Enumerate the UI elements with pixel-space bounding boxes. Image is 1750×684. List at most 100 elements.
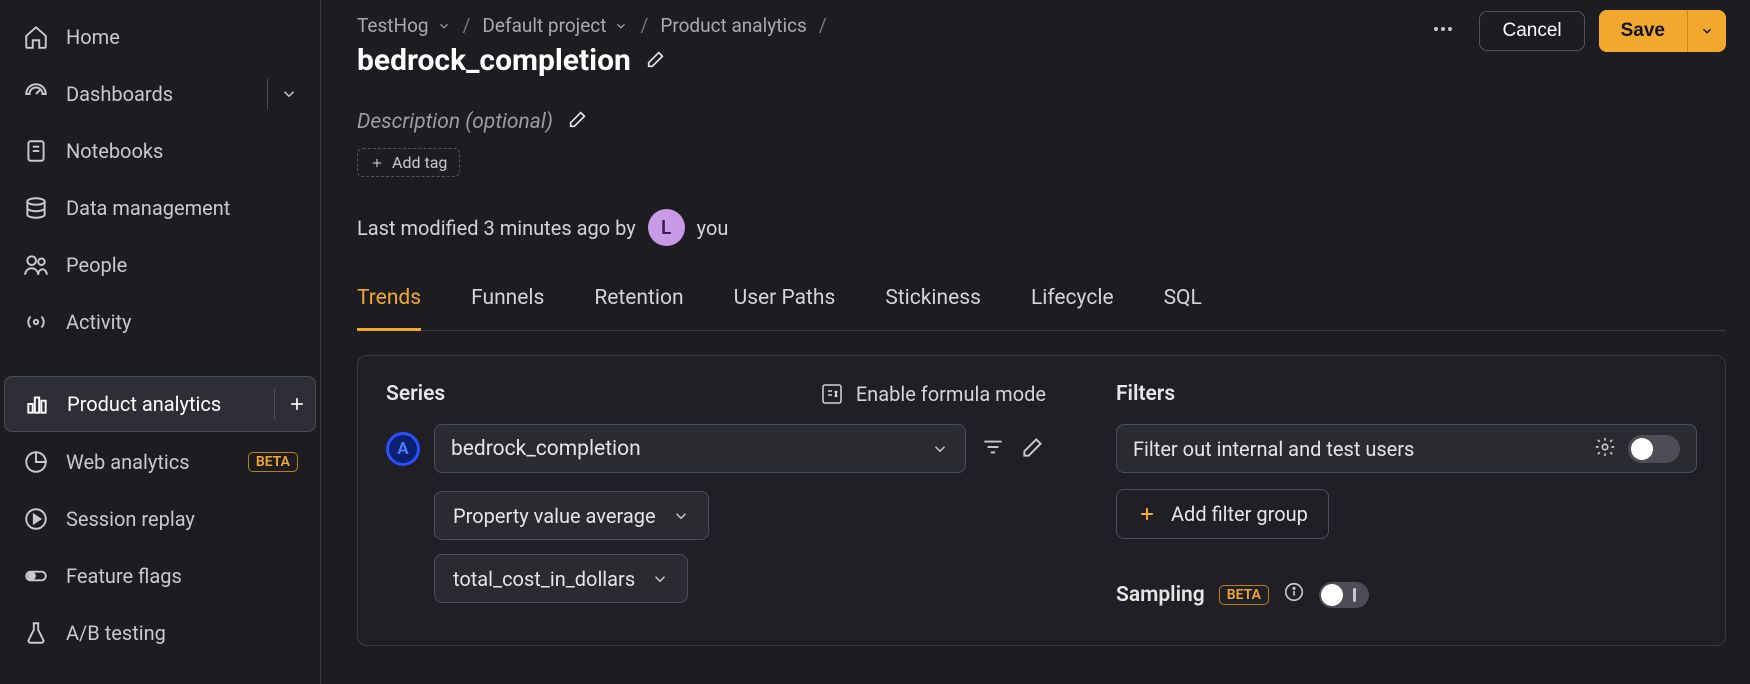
breadcrumb: TestHog / Default project / Product anal… <box>357 14 827 37</box>
sidebar-item-ab-testing[interactable]: A/B testing <box>4 605 316 661</box>
add-filter-group-button[interactable]: Add filter group <box>1116 489 1329 539</box>
plus-icon[interactable] <box>274 389 307 419</box>
sidebar-item-session-replay[interactable]: Session replay <box>4 491 316 547</box>
breadcrumb-separator: / <box>640 14 648 37</box>
enable-formula-mode-button[interactable]: Enable formula mode <box>820 382 1046 406</box>
last-modified-row: Last modified 3 minutes ago by L you <box>357 209 1726 246</box>
formula-label: Enable formula mode <box>856 382 1046 406</box>
sidebar-item-home[interactable]: Home <box>4 9 316 65</box>
notebook-icon <box>22 137 50 165</box>
filter-internal-users-toggle[interactable] <box>1628 435 1680 463</box>
chevron-down-icon <box>651 570 669 588</box>
formula-icon <box>820 382 844 406</box>
filter-icon[interactable] <box>980 434 1006 464</box>
sidebar-item-data-management[interactable]: Data management <box>4 180 316 236</box>
toggle-icon <box>22 562 50 590</box>
breadcrumb-org-label: TestHog <box>357 14 429 37</box>
chevron-down-icon <box>437 19 451 33</box>
cancel-button[interactable]: Cancel <box>1479 11 1584 51</box>
pencil-icon[interactable] <box>1020 434 1046 464</box>
beta-badge: BETA <box>248 452 298 472</box>
chevron-down-icon[interactable] <box>267 79 298 109</box>
sidebar-item-label: Dashboards <box>66 82 251 106</box>
sidebar-item-web-analytics[interactable]: Web analytics BETA <box>4 434 316 490</box>
property-selector[interactable]: total_cost_in_dollars <box>434 554 688 603</box>
sidebar-item-product-analytics[interactable]: Product analytics <box>4 376 316 432</box>
filters-heading: Filters <box>1116 382 1175 406</box>
tab-sql[interactable]: SQL <box>1164 286 1202 330</box>
modified-by-you: you <box>697 216 729 240</box>
chevron-down-icon <box>672 507 690 525</box>
beta-badge: BETA <box>1219 585 1269 605</box>
series-badge: A <box>386 432 420 466</box>
sidebar-item-label: Web analytics <box>66 450 232 474</box>
sidebar-item-label: Activity <box>66 310 298 334</box>
avatar: L <box>648 209 685 246</box>
event-selector[interactable]: bedrock_completion <box>434 424 966 473</box>
save-dropdown-button[interactable] <box>1687 10 1726 52</box>
radio-icon <box>22 308 50 336</box>
filter-internal-users-label: Filter out internal and test users <box>1133 437 1582 461</box>
last-modified-text: Last modified 3 minutes ago by <box>357 216 636 240</box>
breadcrumb-org[interactable]: TestHog <box>357 14 451 37</box>
save-button[interactable]: Save <box>1599 10 1687 52</box>
add-tag-label: Add tag <box>392 153 447 172</box>
plus-icon <box>1137 504 1157 524</box>
main-content: TestHog / Default project / Product anal… <box>321 0 1750 684</box>
tab-trends[interactable]: Trends <box>357 286 421 331</box>
database-icon <box>22 194 50 222</box>
tab-stickiness[interactable]: Stickiness <box>885 286 981 330</box>
insight-tabs: Trends Funnels Retention User Paths Stic… <box>357 286 1726 331</box>
aggregation-selector[interactable]: Property value average <box>434 491 709 540</box>
breadcrumb-separator: / <box>463 14 471 37</box>
plus-icon <box>370 156 384 170</box>
pencil-icon[interactable] <box>567 108 589 136</box>
flask-icon <box>22 619 50 647</box>
tab-lifecycle[interactable]: Lifecycle <box>1031 286 1114 330</box>
sidebar-item-label: Data management <box>66 196 298 220</box>
save-button-group: Save <box>1599 10 1726 52</box>
page-title: bedrock_completion <box>357 43 631 78</box>
filter-internal-users-row: Filter out internal and test users <box>1116 424 1697 473</box>
tab-retention[interactable]: Retention <box>594 286 683 330</box>
chevron-down-icon <box>614 19 628 33</box>
tab-funnels[interactable]: Funnels <box>471 286 544 330</box>
chevron-down-icon <box>931 440 949 458</box>
dots-icon <box>1431 17 1455 41</box>
sidebar-item-label: Feature flags <box>66 564 298 588</box>
home-icon <box>22 23 50 51</box>
event-name: bedrock_completion <box>451 437 931 461</box>
sidebar-item-label: Notebooks <box>66 139 298 163</box>
sidebar-item-notebooks[interactable]: Notebooks <box>4 123 316 179</box>
sidebar: Home Dashboards Notebooks Data managemen… <box>0 0 321 684</box>
aggregation-label: Property value average <box>453 504 656 528</box>
sidebar-item-label: Session replay <box>66 507 298 531</box>
query-panel: Series Enable formula mode A bedrock_com… <box>357 355 1726 646</box>
gear-icon[interactable] <box>1594 436 1616 462</box>
sampling-row: Sampling BETA <box>1116 581 1697 609</box>
sampling-label: Sampling <box>1116 583 1205 607</box>
add-filter-group-label: Add filter group <box>1171 502 1308 526</box>
sidebar-item-dashboards[interactable]: Dashboards <box>4 66 316 122</box>
more-menu-button[interactable] <box>1421 11 1465 51</box>
sidebar-item-label: People <box>66 253 298 277</box>
sidebar-item-people[interactable]: People <box>4 237 316 293</box>
tab-user-paths[interactable]: User Paths <box>734 286 836 330</box>
pie-chart-icon <box>22 448 50 476</box>
sampling-toggle[interactable] <box>1319 582 1369 608</box>
add-tag-button[interactable]: Add tag <box>357 148 460 177</box>
breadcrumb-project[interactable]: Default project <box>482 14 628 37</box>
info-icon[interactable] <box>1283 581 1305 609</box>
breadcrumb-separator: / <box>819 14 827 37</box>
series-heading: Series <box>386 382 445 406</box>
description-placeholder[interactable]: Description (optional) <box>357 110 553 134</box>
property-label: total_cost_in_dollars <box>453 567 635 591</box>
sidebar-item-feature-flags[interactable]: Feature flags <box>4 548 316 604</box>
breadcrumb-section[interactable]: Product analytics <box>660 14 807 37</box>
chevron-down-icon <box>1700 24 1714 38</box>
sidebar-item-activity[interactable]: Activity <box>4 294 316 350</box>
gauge-icon <box>22 80 50 108</box>
breadcrumb-project-label: Default project <box>482 14 606 37</box>
pencil-icon[interactable] <box>645 48 667 74</box>
bar-chart-icon <box>23 390 51 418</box>
